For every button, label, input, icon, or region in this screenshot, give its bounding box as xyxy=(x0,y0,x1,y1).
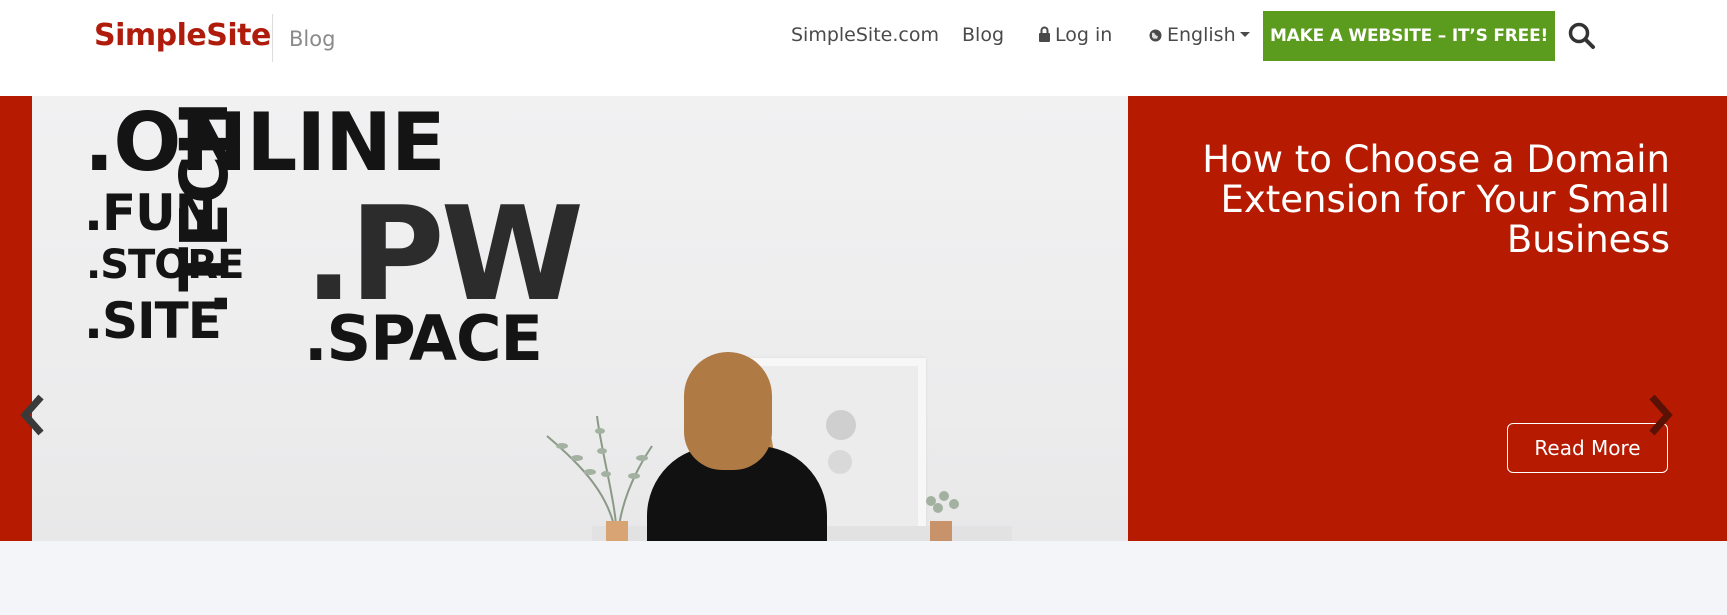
globe-icon xyxy=(1149,25,1162,47)
search-icon[interactable] xyxy=(1567,21,1597,51)
content-area xyxy=(0,541,1727,615)
login-label: Log in xyxy=(1055,24,1113,46)
simplesite-logo[interactable]: SimpleSite xyxy=(94,18,271,53)
read-more-button[interactable]: Read More xyxy=(1507,423,1668,473)
section-label[interactable]: Blog xyxy=(289,27,335,51)
frame-art xyxy=(826,410,856,440)
nav-link-simplesite[interactable]: SimpleSite.com xyxy=(791,24,939,46)
make-website-button[interactable]: MAKE A WEBSITE – IT’S FREE! xyxy=(1263,11,1555,61)
chevron-left-icon[interactable] xyxy=(17,391,47,439)
image-word-tech: .TECH xyxy=(166,102,243,316)
person-head xyxy=(684,352,772,470)
chevron-right-icon[interactable] xyxy=(1646,391,1676,439)
plant-icon xyxy=(926,491,959,541)
image-word-online: .ONLINE xyxy=(84,96,446,189)
language-selector[interactable]: English xyxy=(1149,24,1250,47)
hero-title[interactable]: How to Choose a Domain Extension for You… xyxy=(1150,140,1670,260)
logo-divider xyxy=(272,14,273,62)
hero-image[interactable]: .ONLINE .FUN .STORE .SITE .TECH .PW .SPA… xyxy=(32,96,1128,541)
caret-down-icon xyxy=(1239,32,1250,37)
language-label: English xyxy=(1167,24,1236,46)
site-header: SimpleSite Blog SimpleSite.com Blog Log … xyxy=(0,0,1727,96)
image-word-space: .SPACE xyxy=(304,302,543,375)
lock-icon xyxy=(1038,25,1051,47)
hero-carousel: .ONLINE .FUN .STORE .SITE .TECH .PW .SPA… xyxy=(0,96,1727,541)
nav-link-blog[interactable]: Blog xyxy=(962,24,1004,46)
nav-link-login[interactable]: Log in xyxy=(1038,24,1112,47)
hero-caption-panel: How to Choose a Domain Extension for You… xyxy=(1128,96,1727,541)
frame-art xyxy=(828,450,852,474)
